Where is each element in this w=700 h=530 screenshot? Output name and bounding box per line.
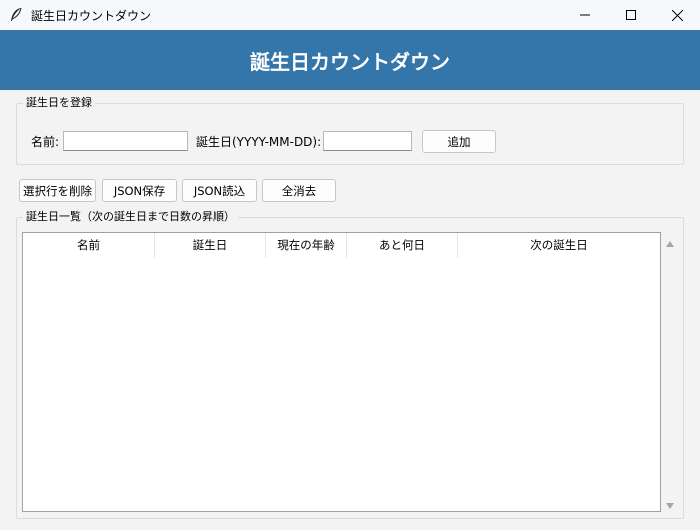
birthday-table[interactable]: 名前 誕生日 現在の年齢 あと何日 次の誕生日 xyxy=(22,232,661,512)
name-label: 名前: xyxy=(31,135,60,149)
maximize-icon xyxy=(626,10,636,20)
column-header-days-left[interactable]: あと何日 xyxy=(347,233,458,258)
app-header: 誕生日カウントダウン xyxy=(0,30,700,90)
add-button[interactable]: 追加 xyxy=(422,130,496,153)
clear-all-button[interactable]: 全消去 xyxy=(262,179,336,202)
window-title: 誕生日カウントダウン xyxy=(31,9,152,23)
minimize-icon xyxy=(580,10,590,20)
scroll-down-arrow-icon[interactable] xyxy=(665,499,675,509)
column-header-next-birthday[interactable]: 次の誕生日 xyxy=(458,233,660,258)
header-title: 誕生日カウントダウン xyxy=(250,49,450,74)
birthday-list-group-title: 誕生日一覧（次の誕生日まで日数の昇順） xyxy=(23,210,238,224)
column-header-name[interactable]: 名前 xyxy=(23,233,155,258)
scroll-up-arrow-icon[interactable] xyxy=(665,237,675,247)
delete-selected-button[interactable]: 選択行を削除 xyxy=(19,179,96,202)
feather-icon xyxy=(9,7,23,23)
birthday-input[interactable] xyxy=(323,131,412,151)
register-group-title: 誕生日を登録 xyxy=(23,96,95,110)
column-header-birthday[interactable]: 誕生日 xyxy=(155,233,266,258)
window-titlebar[interactable]: 誕生日カウントダウン xyxy=(0,0,700,30)
column-header-age[interactable]: 現在の年齢 xyxy=(266,233,347,258)
json-load-button[interactable]: JSON読込 xyxy=(182,179,257,202)
birthday-label: 誕生日(YYYY-MM-DD): xyxy=(196,135,322,149)
vertical-scrollbar[interactable] xyxy=(662,232,678,512)
name-input[interactable] xyxy=(63,131,188,151)
close-button[interactable] xyxy=(654,0,700,30)
table-header: 名前 誕生日 現在の年齢 あと何日 次の誕生日 xyxy=(23,233,660,258)
maximize-button[interactable] xyxy=(608,0,654,30)
json-save-button[interactable]: JSON保存 xyxy=(102,179,177,202)
minimize-button[interactable] xyxy=(562,0,608,30)
close-icon xyxy=(671,9,683,21)
